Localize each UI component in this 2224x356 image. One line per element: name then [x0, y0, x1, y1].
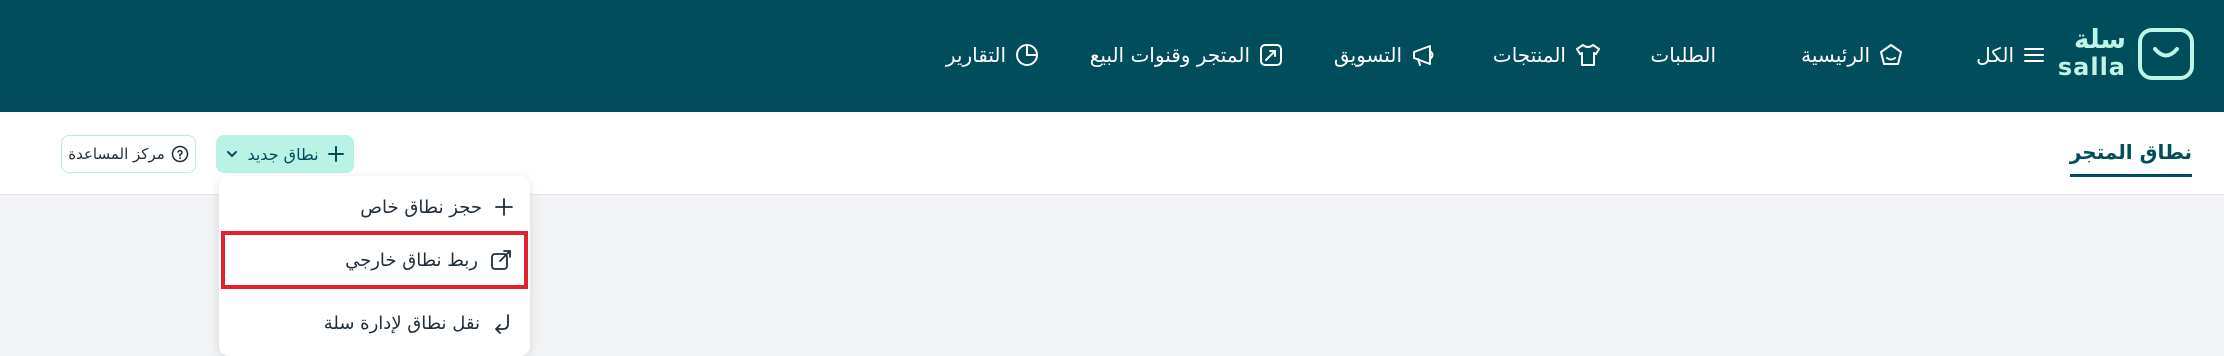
nav-item-orders[interactable]: الطلبات: [1650, 38, 1716, 72]
plus-icon: [327, 146, 344, 162]
nav-item-store-channels-label: المتجر وقنوات البيع: [1089, 43, 1250, 67]
nav-item-reports-label: التقارير: [945, 43, 1006, 67]
pie-chart-icon: [1016, 44, 1038, 66]
nav-item-orders-label: الطلبات: [1650, 43, 1716, 67]
new-domain-label: نطاق جديد: [247, 144, 319, 164]
salla-logo[interactable]: سلة salla: [2057, 24, 2194, 84]
nav-item-all-label: الكل: [1976, 43, 2014, 67]
help-icon: [171, 145, 189, 163]
store-channels-icon: [1260, 44, 1282, 66]
logo-text-arabic: سلة: [2074, 25, 2126, 55]
menu-item-reserve-domain[interactable]: حجز نطاق خاص: [219, 178, 530, 236]
nav-item-store-channels[interactable]: المتجر وقنوات البيع: [1090, 38, 1284, 72]
menu-item-transfer-domain[interactable]: نقل نطاق لإدارة سلة: [219, 294, 530, 352]
help-center-button[interactable]: مركز المساعدة: [61, 135, 196, 173]
transfer-arrow-icon: [495, 314, 509, 334]
plus-icon: [495, 198, 513, 216]
nav-item-products-label: المنتجات: [1492, 43, 1566, 67]
chevron-down-icon: [227, 151, 238, 158]
nav-item-home-label: الرئيسية: [1801, 43, 1870, 67]
page-title-tab[interactable]: نطاق المتجر: [2069, 140, 2192, 177]
megaphone-icon: [1413, 45, 1434, 66]
menu-item-label: نقل نطاق لإدارة سلة: [323, 312, 480, 334]
external-link-icon: [491, 250, 511, 270]
menu-item-connect-external-domain[interactable]: ربط نطاق خارجي: [221, 231, 528, 289]
nav-item-marketing-label: التسويق: [1333, 43, 1402, 67]
nav-item-products[interactable]: المنتجات: [1493, 38, 1602, 72]
nav-item-marketing[interactable]: التسويق: [1334, 38, 1438, 72]
home-icon: [1880, 44, 1902, 65]
shirt-icon: [1576, 44, 1600, 66]
logo-text-english: salla: [2057, 53, 2126, 81]
top-navigation-bar: سلة salla الكل الرئيسية الطلبات المنتجات…: [0, 0, 2224, 112]
help-center-label: مركز المساعدة: [68, 145, 165, 163]
new-domain-dropdown-menu: حجز نطاق خاص ربط نطاق خارجي نقل نطاق لإد…: [219, 176, 530, 356]
salla-logo-mark: [2138, 28, 2194, 80]
nav-item-reports[interactable]: التقارير: [946, 38, 1040, 72]
menu-icon: [2024, 48, 2044, 62]
menu-item-label: ربط نطاق خارجي: [345, 249, 478, 271]
menu-item-label: حجز نطاق خاص: [360, 196, 482, 218]
nav-item-all[interactable]: الكل: [1976, 38, 2046, 72]
nav-item-home[interactable]: الرئيسية: [1801, 38, 1904, 72]
new-domain-button[interactable]: نطاق جديد: [216, 135, 354, 173]
